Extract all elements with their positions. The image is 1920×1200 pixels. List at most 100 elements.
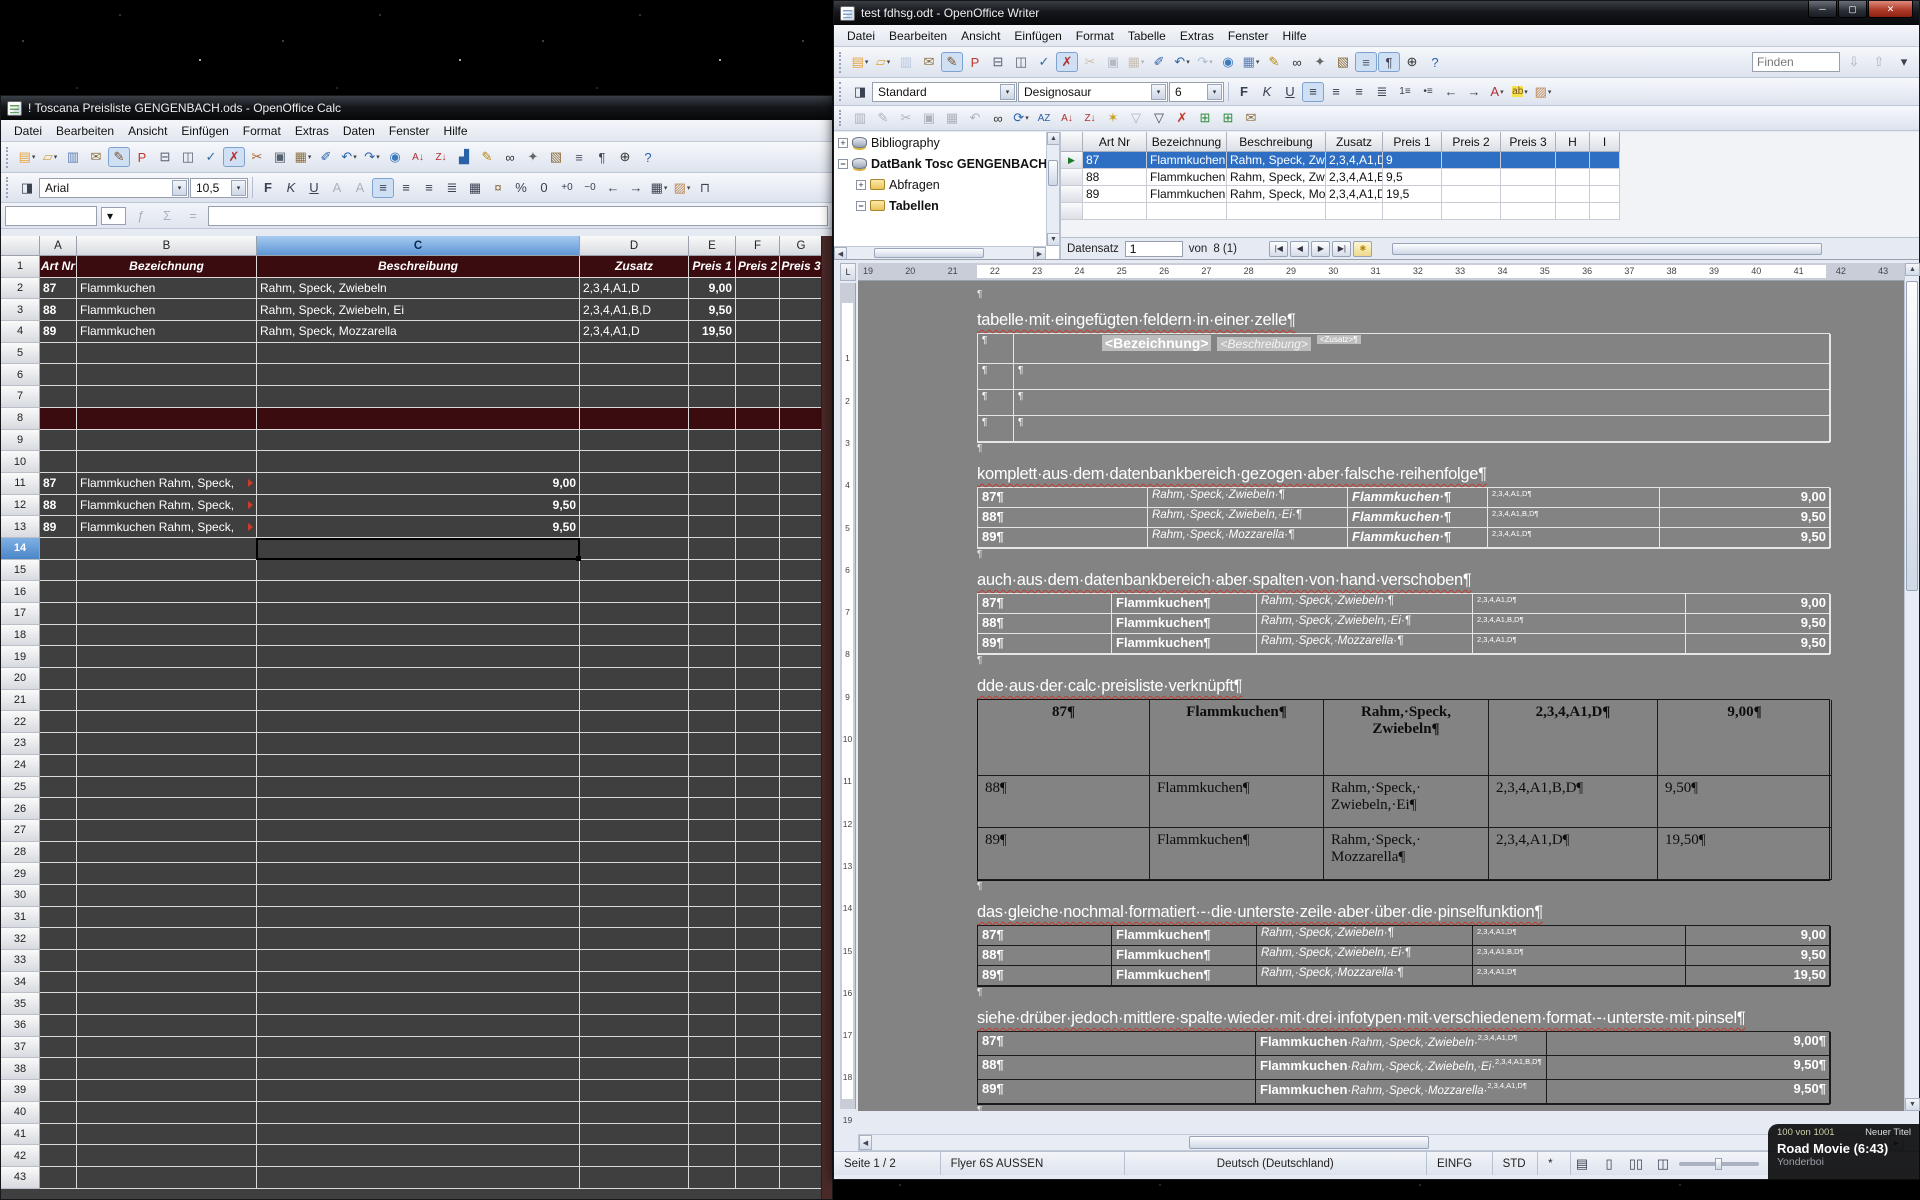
cell-A34[interactable] [40,972,77,994]
format-paintbrush-icon[interactable]: ✐ [315,147,337,167]
explorer-horizontal-scrollbar[interactable]: ◀ ▶ [834,246,1046,259]
grid-row[interactable]: 89FlammkuchenRahm, Speck, Mo2,3,4,A1,D19… [1061,186,1919,203]
print-icon[interactable]: ⊟ [987,52,1009,72]
cell-B2[interactable]: Flammkuchen [77,278,257,300]
status-segment[interactable]: EINFG [1427,1152,1493,1175]
cell-C37[interactable] [257,1037,580,1059]
cell-E36[interactable] [689,1015,736,1037]
autofilter-icon[interactable]: ✶ [1102,108,1124,128]
cell-D22[interactable] [580,711,689,733]
new-record-icon[interactable]: ✱ [1353,241,1372,257]
grid-horizontal-scrollbar[interactable] [1392,243,1822,255]
cell-F26[interactable] [736,798,780,820]
cell-E13[interactable] [689,516,736,538]
align-left-icon[interactable]: ≡ [1302,82,1324,102]
cell-E38[interactable] [689,1058,736,1080]
cell-F34[interactable] [736,972,780,994]
row-header-14[interactable]: 14 [1,538,40,560]
cell-B33[interactable] [77,950,257,972]
grid-cell[interactable] [1442,152,1501,169]
cell-A27[interactable] [40,820,77,842]
menu-hilfe[interactable]: Hilfe [437,122,475,140]
cut-icon[interactable]: ✂ [895,108,917,128]
mail-merge-icon[interactable]: ✉ [1240,108,1262,128]
cell-A1[interactable]: Art Nr [40,256,77,278]
book-icon[interactable]: ▤ [1571,1154,1593,1174]
cell-D39[interactable] [580,1080,689,1102]
zoom-icon[interactable]: ⊕ [614,147,636,167]
cell-D28[interactable] [580,842,689,864]
cell-D12[interactable] [580,495,689,517]
increase-indent-icon[interactable]: → [625,178,647,198]
cell-E6[interactable] [689,364,736,386]
cell-A9[interactable] [40,430,77,452]
cell-G39[interactable] [780,1080,823,1102]
cell-G15[interactable] [780,560,823,582]
cell-C2[interactable]: Rahm, Speck, Zwiebeln [257,278,580,300]
cell-A7[interactable] [40,386,77,408]
row-header-12[interactable]: 12 [1,495,40,517]
toolbar-grip[interactable] [6,177,11,197]
cell-C29[interactable] [257,863,580,885]
cell-A24[interactable] [40,755,77,777]
row-header-2[interactable]: 2 [1,278,40,300]
status-segment[interactable]: STD [1493,1152,1539,1175]
cell-E25[interactable] [689,777,736,799]
grid-cell[interactable]: Rahm, Speck, Zwi [1227,169,1326,186]
cell-B35[interactable] [77,993,257,1015]
grid-cell[interactable] [1590,152,1620,169]
edit-data-icon[interactable]: ✎ [872,108,894,128]
row-header-28[interactable]: 28 [1,842,40,864]
row-header-32[interactable]: 32 [1,928,40,950]
grid-cell[interactable] [1556,169,1590,186]
cell-D15[interactable] [580,560,689,582]
vertical-ruler[interactable]: 12345678910111213141516171819 [840,283,856,1109]
cell-D5[interactable] [580,343,689,365]
cell-B1[interactable]: Bezeichnung [77,256,257,278]
italic-icon[interactable]: K [280,178,302,198]
cell-E26[interactable] [689,798,736,820]
cell-D13[interactable] [580,516,689,538]
cell-G13[interactable] [780,516,823,538]
cell-C12[interactable]: 9,50 [257,495,580,517]
cell-A32[interactable] [40,928,77,950]
cell-F15[interactable] [736,560,780,582]
grid-cell[interactable]: 87 [1083,152,1147,169]
expander-icon[interactable]: − [856,201,866,211]
find-next-icon[interactable]: ⇩ [1843,52,1865,72]
cell-G16[interactable] [780,581,823,603]
row-header-37[interactable]: 37 [1,1037,40,1059]
column-header-A[interactable]: A [40,236,77,256]
cell-F25[interactable] [736,777,780,799]
function-wizard-icon[interactable]: ƒ [130,206,152,226]
page-preview-icon[interactable]: ◫ [1010,52,1032,72]
toolbar-grip[interactable] [839,110,844,127]
scroll-left-icon[interactable]: ◀ [834,247,847,259]
decrease-indent-icon[interactable]: ← [1440,82,1462,102]
cell-F36[interactable] [736,1015,780,1037]
cell-C21[interactable] [257,690,580,712]
row-header-17[interactable]: 17 [1,603,40,625]
cell-B40[interactable] [77,1102,257,1124]
cell-D24[interactable] [580,755,689,777]
cell-A40[interactable] [40,1102,77,1124]
cell-E2[interactable]: 9,00 [689,278,736,300]
cell-A37[interactable] [40,1037,77,1059]
cell-E30[interactable] [689,885,736,907]
cell-A12[interactable]: 88 [40,495,77,517]
scroll-up-icon[interactable]: ▲ [1905,263,1920,276]
cell-F5[interactable] [736,343,780,365]
cell-G8[interactable] [780,408,823,430]
add-decimal-icon[interactable]: +0 [556,178,578,198]
edit-file-icon[interactable]: ✎ [108,147,130,167]
save-icon[interactable]: ▥ [895,52,917,72]
cell-E39[interactable] [689,1080,736,1102]
cell-D8[interactable] [580,408,689,430]
grid-column-i[interactable]: I [1590,132,1620,152]
row-selector[interactable]: ▶ [1061,152,1083,169]
grid-cell[interactable] [1442,186,1501,203]
cell-B4[interactable]: Flammkuchen [77,321,257,343]
column-header-C[interactable]: C [257,236,580,256]
grid-cell[interactable] [1590,203,1620,220]
open-icon[interactable]: ▱▾ [39,147,61,167]
